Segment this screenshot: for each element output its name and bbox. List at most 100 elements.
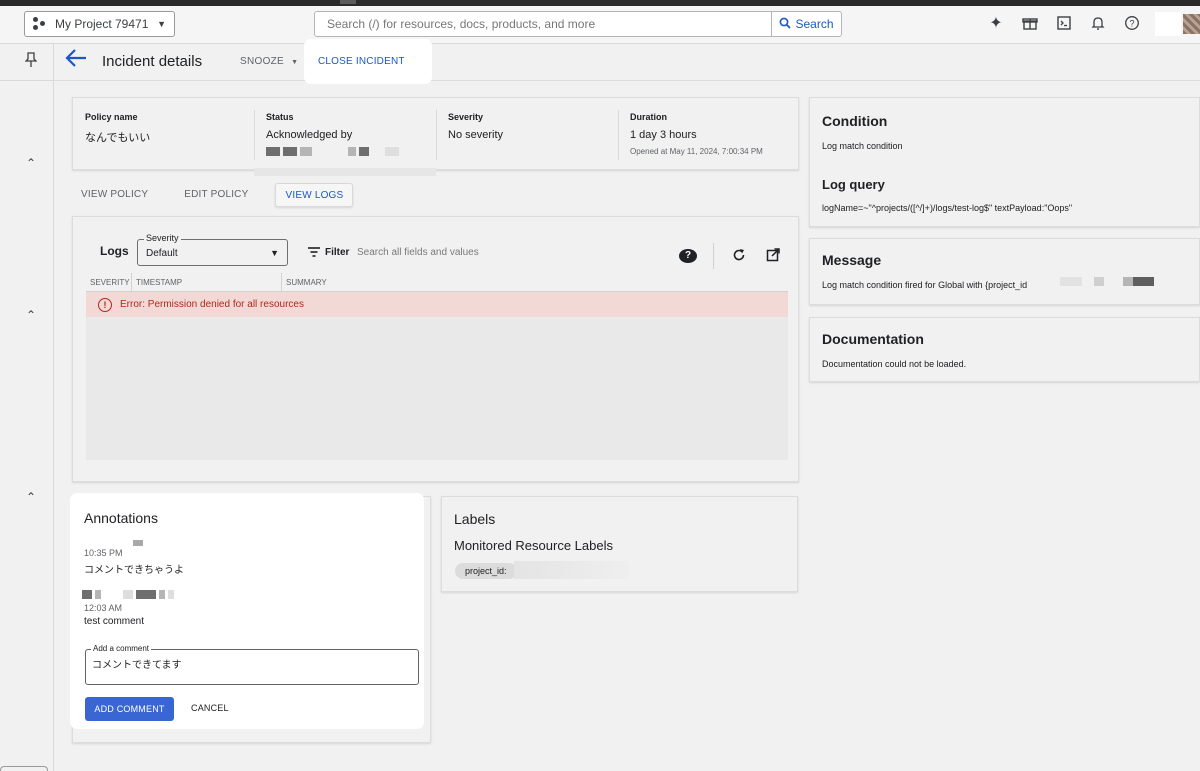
project-icon [33, 17, 49, 31]
top-actions: ✦ ? [986, 13, 1142, 33]
sparkle-icon[interactable]: ✦ [986, 13, 1006, 33]
edit-policy-button[interactable]: EDIT POLICY [175, 183, 257, 207]
filter-input[interactable] [357, 243, 657, 261]
help-icon[interactable]: ? [1122, 13, 1142, 33]
error-icon: ! [98, 297, 112, 312]
redacted-value [1123, 277, 1133, 286]
project-name: My Project 79471 [55, 17, 149, 31]
summary-divider [618, 110, 619, 160]
page-title: Incident details [102, 53, 203, 70]
side-rail: ⌃ ⌃ ⌃ [0, 44, 54, 771]
view-policy-button[interactable]: VIEW POLICY [72, 183, 157, 207]
monitored-resource-labels-title: Monitored Resource Labels [454, 538, 613, 553]
annotations-card: Annotations 10:35 PM コメントできちゃうよ 12:03 AM… [70, 493, 424, 729]
close-incident-highlight: CLOSE INCIDENT [304, 39, 432, 84]
documentation-card: Documentation Documentation could not be… [809, 317, 1200, 382]
policy-name-field: Policy name なんでもいい [85, 112, 253, 160]
status-field: Status Acknowledged by [266, 112, 436, 160]
column-timestamp[interactable]: TIMESTAMP [132, 273, 282, 291]
redacted-value [514, 561, 630, 579]
redacted-value [1133, 277, 1154, 286]
comment-field: Add a comment コメントできてます [85, 644, 419, 685]
project-selector[interactable]: My Project 79471 ▼ [24, 11, 175, 37]
cancel-button[interactable]: CANCEL [191, 703, 229, 713]
redacted-value [1094, 277, 1104, 286]
status-label: Status [266, 112, 294, 122]
severity-legend: Severity [144, 233, 181, 243]
browser-strip [0, 0, 1200, 6]
severity-label: Severity [448, 112, 484, 122]
duration-field: Duration 1 day 3 hours Opened at May 11,… [630, 112, 795, 160]
column-summary[interactable]: SUMMARY [282, 273, 788, 291]
chevron-down-icon: ▼ [157, 19, 166, 29]
annotation-time: 10:35 PM [84, 548, 123, 558]
terminal-icon[interactable] [1054, 13, 1074, 33]
search-button-label: Search [795, 17, 834, 31]
comment-input[interactable]: コメントできてます [92, 656, 410, 680]
logs-table: SEVERITY TIMESTAMP SUMMARY ! Error: Perm… [86, 273, 788, 460]
summary-divider [254, 110, 255, 160]
gift-icon[interactable] [1020, 13, 1040, 33]
chevron-down-icon: ▼ [291, 59, 299, 66]
logs-panel: Logs Severity Default ▼ Filter ? SEVERIT… [72, 216, 799, 482]
snooze-button[interactable]: SNOOZE ▼ [240, 56, 298, 67]
redacted-author [82, 590, 174, 599]
condition-text: Log match condition [822, 141, 903, 151]
logs-table-header: SEVERITY TIMESTAMP SUMMARY [86, 273, 788, 292]
avatar[interactable] [1183, 14, 1200, 34]
pin-icon[interactable] [24, 52, 38, 71]
duration-value: 1 day 3 hours [630, 129, 697, 141]
filter-label: Filter [325, 247, 350, 258]
incident-summary-card: Policy name なんでもいい Status Acknowledged b… [72, 97, 799, 170]
error-row: ! Error: Permission denied for all resou… [86, 292, 788, 317]
documentation-title: Documentation [822, 331, 924, 347]
bottom-tab [0, 766, 48, 771]
search-input[interactable] [315, 12, 771, 36]
labels-card: Labels Monitored Resource Labels project… [441, 496, 798, 592]
severity-field: Severity No severity [448, 112, 618, 160]
redacted-author [133, 540, 143, 546]
chevron-up-icon[interactable]: ⌃ [26, 308, 36, 322]
log-actions: ? [679, 243, 782, 269]
condition-title: Condition [822, 113, 888, 129]
status-value: Acknowledged by [266, 129, 353, 141]
refresh-icon[interactable] [730, 248, 748, 265]
filter-icon[interactable] [307, 246, 321, 261]
search-icon [779, 17, 792, 32]
severity-selected-value: Default [146, 248, 178, 259]
account-placeholder [1155, 12, 1181, 36]
column-severity[interactable]: SEVERITY [86, 273, 132, 291]
redacted-strip [254, 168, 436, 176]
error-text: Error: Permission denied for all resourc… [120, 299, 304, 310]
bell-icon[interactable] [1088, 13, 1108, 33]
annotation-time: 12:03 AM [84, 603, 123, 613]
policy-name-label: Policy name [85, 112, 138, 122]
duration-label: Duration [630, 112, 667, 122]
chevron-up-icon[interactable]: ⌃ [26, 156, 36, 170]
policy-name-value: なんでもいい [85, 132, 151, 144]
open-in-new-icon[interactable] [764, 247, 782, 265]
close-incident-button[interactable]: CLOSE INCIDENT [318, 56, 405, 67]
project-id-chip: project_id: [455, 563, 517, 579]
page: My Project 79471 ▼ Search ✦ [0, 0, 1200, 771]
comment-legend: Add a comment [91, 644, 152, 653]
opened-at: Opened at May 11, 2024, 7:00:34 PM [630, 147, 763, 156]
rail-divider [0, 80, 53, 81]
help-circle-icon[interactable]: ? [679, 249, 697, 263]
annotation-text: test comment [84, 616, 145, 627]
add-comment-button[interactable]: ADD COMMENT [85, 697, 174, 721]
search-button[interactable]: Search [771, 12, 841, 36]
header-divider [54, 80, 1200, 81]
severity-value: No severity [448, 129, 504, 141]
severity-select[interactable]: Severity Default ▼ [137, 233, 288, 266]
back-arrow-icon[interactable] [64, 48, 88, 74]
message-title: Message [822, 252, 882, 268]
snooze-label: SNOOZE [240, 56, 285, 67]
annotation-text: コメントできちゃうよ [84, 565, 184, 576]
view-logs-button[interactable]: VIEW LOGS [275, 183, 354, 207]
chevron-up-icon[interactable]: ⌃ [26, 490, 36, 504]
browser-tab-nub [340, 0, 356, 4]
log-query-text: logName=~"^projects/([^/]+)/logs/test-lo… [822, 203, 1073, 213]
toolbar-divider [713, 243, 714, 269]
condition-card: Condition Log match condition Log query … [809, 97, 1200, 227]
